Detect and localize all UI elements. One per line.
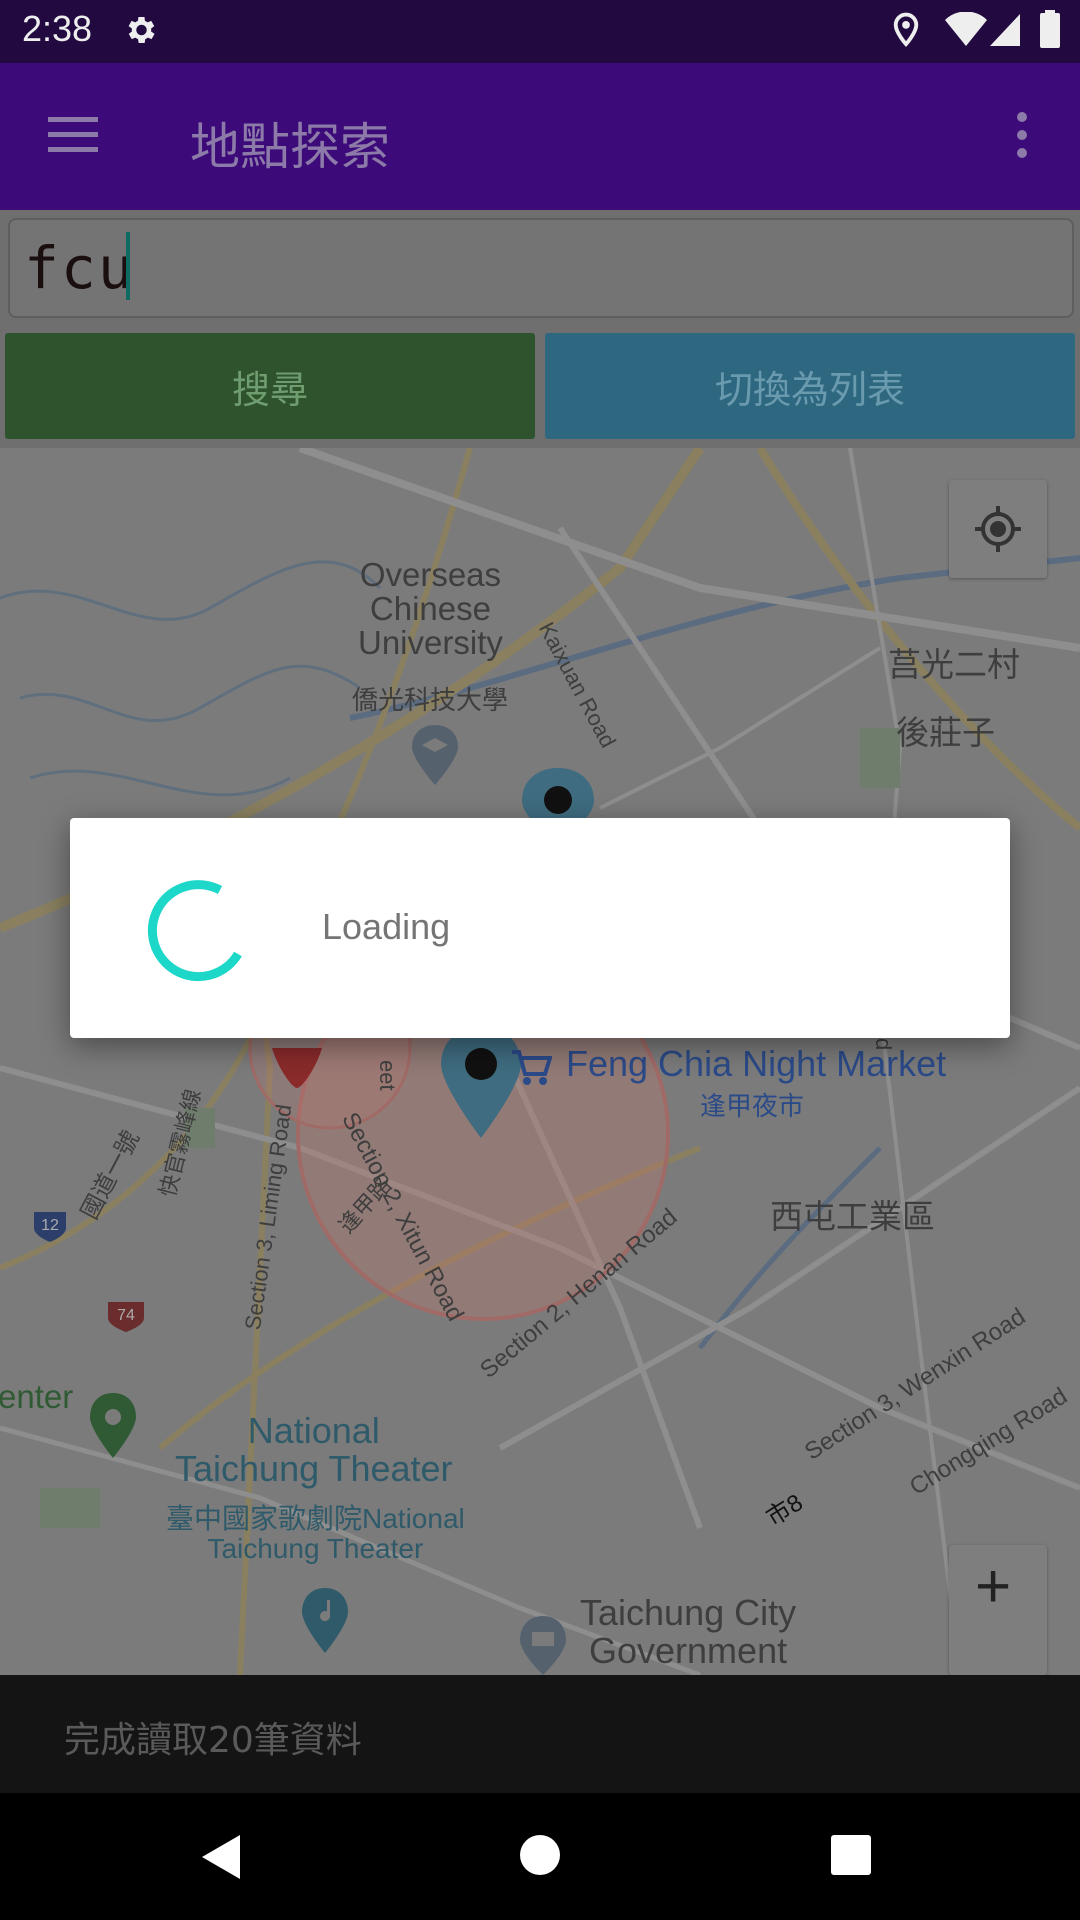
park-marker-icon <box>90 1393 136 1458</box>
school-icon <box>412 725 458 785</box>
search-button[interactable]: 搜尋 <box>5 333 535 439</box>
app-bar: 地點探索 <box>0 63 1080 210</box>
loading-dialog: Loading <box>70 818 1010 1038</box>
map-marker-icon[interactable] <box>272 1048 322 1088</box>
back-triangle-icon[interactable] <box>200 1833 244 1881</box>
search-input[interactable]: fcu <box>8 218 1074 318</box>
zoom-in-label: + <box>975 1552 1012 1621</box>
settings-icon <box>128 16 155 44</box>
my-location-button[interactable] <box>949 480 1047 578</box>
loading-spinner <box>147 880 242 982</box>
zoom-in-button[interactable]: + <box>949 1545 1047 1675</box>
overseas-university-zh-label: 僑光科技大學 <box>352 685 509 715</box>
street-partial-label: eet <box>375 1060 400 1091</box>
xitun-industrial-label: 西屯工業區 <box>770 1198 935 1235</box>
signal-icon <box>990 14 1020 46</box>
shield-12-label: 12 <box>41 1217 59 1234</box>
route-shield-74: 74 <box>108 1302 144 1332</box>
status-bar: 2:38 <box>0 0 1080 63</box>
juguang-label: 莒光二村 <box>888 646 1020 683</box>
city-government-label: Taichung City Government <box>580 1592 797 1671</box>
app-title: 地點探索 <box>190 118 390 176</box>
overseas-university-label: Overseas Chinese University <box>358 556 503 661</box>
music-marker-icon <box>302 1588 348 1653</box>
fengchia-zh-label: 逢甲夜市 <box>700 1091 805 1121</box>
battery-icon <box>1040 10 1060 48</box>
government-marker-icon <box>520 1616 566 1675</box>
road-partial-label: d <box>871 1038 896 1051</box>
text-cursor <box>126 232 130 300</box>
more-vert-icon[interactable] <box>1012 111 1032 161</box>
enter-label: enter <box>0 1378 74 1415</box>
location-icon <box>893 12 919 48</box>
snackbar-text: 完成讀取20筆資料 <box>64 1720 362 1761</box>
route-shield-12: 12 <box>34 1212 66 1242</box>
my-location-icon <box>975 506 1021 552</box>
hamburger-menu-icon[interactable] <box>48 115 98 155</box>
search-input-value: fcu <box>24 234 135 302</box>
houzhuangzi-label: 後莊子 <box>896 714 995 751</box>
map-view[interactable]: 12 74 Overseas Chinese University 僑光科技大學… <box>0 448 1080 1675</box>
national-theater-zh-label: 臺中國家歌劇院National Taichung Theater <box>166 1503 465 1564</box>
navigation-bar <box>0 1793 1080 1920</box>
national-theater-label: National Taichung Theater <box>175 1410 453 1489</box>
recents-square-icon[interactable] <box>830 1834 872 1876</box>
status-time: 2:38 <box>22 8 93 49</box>
toggle-list-button[interactable]: 切換為列表 <box>545 333 1075 439</box>
loading-message: Loading <box>322 906 451 947</box>
home-circle-icon[interactable] <box>518 1833 562 1877</box>
shield-74-label: 74 <box>117 1307 135 1324</box>
shopping-cart-icon <box>512 1050 552 1085</box>
snackbar: 完成讀取20筆資料 <box>0 1675 1080 1793</box>
wifi-icon <box>945 12 987 46</box>
